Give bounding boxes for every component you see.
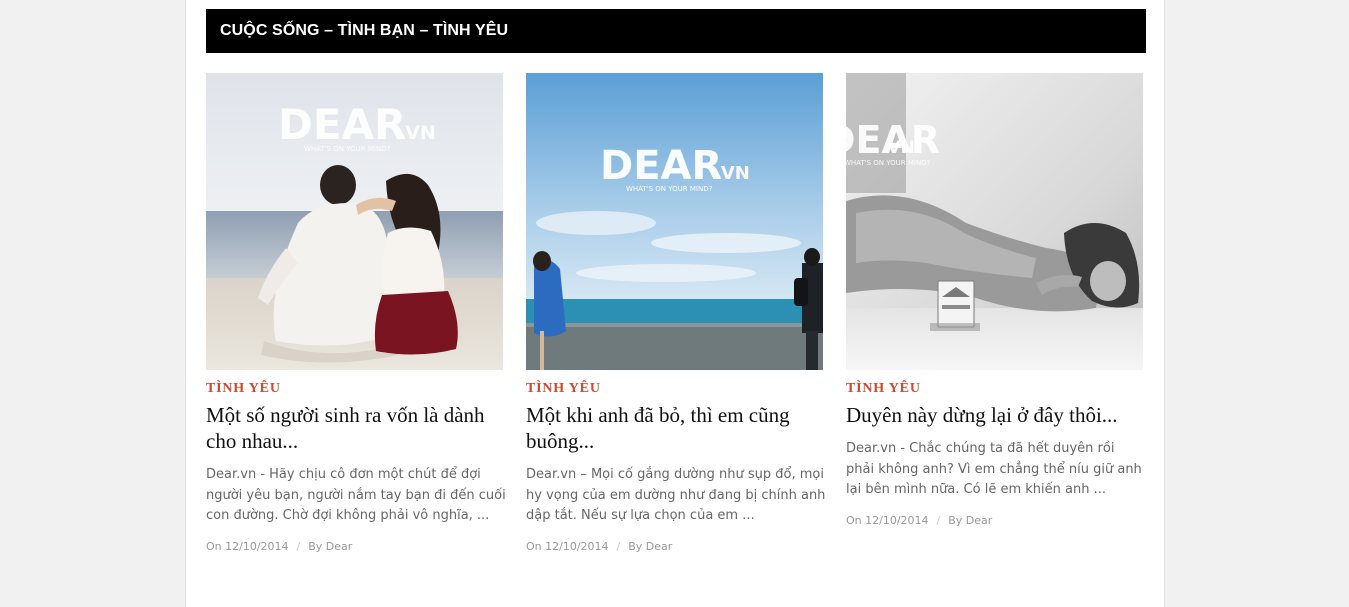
post-date: On 12/10/2014 — [846, 513, 929, 527]
post-thumbnail-link[interactable]: DEAR .VN WHAT'S ON YOUR MIND? — [206, 73, 503, 370]
svg-text:.VN: .VN — [398, 122, 436, 144]
svg-text:WHAT'S ON YOUR MIND?: WHAT'S ON YOUR MIND? — [304, 145, 391, 153]
post-excerpt: Dear.vn - Chắc chúng ta đã hết duyên rồi… — [846, 441, 1142, 497]
post-meta: On 12/10/2014 / By Dear — [206, 540, 503, 553]
section-title: CUỘC SỐNG – TÌNH BẠN – TÌNH YÊU — [220, 22, 509, 39]
woman-bed-photo-icon: DEAR .VN WHAT'S ON YOUR MIND? — [846, 73, 1143, 370]
post-card: DEAR .VN WHAT'S ON YOUR MIND? TÌNH YÊU M… — [526, 73, 826, 553]
couple-beach-photo-icon: DEAR .VN WHAT'S ON YOUR MIND? — [206, 73, 503, 370]
post-excerpt: Dear.vn - Hãy chịu cô đơn một chút để đợ… — [206, 467, 506, 523]
post-category-link[interactable]: TÌNH YÊU — [526, 381, 823, 397]
post-date: On 12/10/2014 — [526, 539, 609, 553]
post-title-link[interactable]: Một khi anh đã bỏ, thì em cũng buông... — [526, 402, 823, 454]
post-date: On 12/10/2014 — [206, 539, 289, 553]
post-card: DEAR .VN WHAT'S ON YOUR MIND? TÌNH YÊU M… — [206, 73, 506, 553]
post-meta: On 12/10/2014 / By Dear — [526, 540, 823, 553]
post-title-link[interactable]: Một số người sinh ra vốn là dành cho nha… — [206, 402, 503, 454]
post-author-link[interactable]: By Dear — [948, 514, 992, 527]
svg-text:DEAR: DEAR — [278, 100, 406, 149]
post-thumbnail-link[interactable]: DEAR .VN WHAT'S ON YOUR MIND? — [846, 73, 1143, 370]
svg-text:.VN: .VN — [714, 163, 750, 184]
post-meta: On 12/10/2014 / By Dear — [846, 514, 1143, 527]
content-container: CUỘC SỐNG – TÌNH BẠN – TÌNH YÊU DEAR .VN… — [185, 0, 1165, 607]
svg-text:DEAR: DEAR — [600, 143, 722, 189]
post-category-link[interactable]: TÌNH YÊU — [206, 381, 503, 397]
post-category-link[interactable]: TÌNH YÊU — [846, 381, 1143, 397]
post-excerpt: Dear.vn – Mọi cố gắng dường như sụp đổ, … — [526, 467, 826, 523]
meta-separator: / — [616, 539, 621, 553]
post-author-link[interactable]: By Dear — [628, 540, 672, 553]
meta-separator: / — [296, 539, 301, 553]
svg-text:.VN: .VN — [881, 138, 915, 158]
svg-text:WHAT'S ON YOUR MIND?: WHAT'S ON YOUR MIND? — [846, 159, 931, 167]
section-header: CUỘC SỐNG – TÌNH BẠN – TÌNH YÊU — [206, 9, 1146, 53]
svg-text:WHAT'S ON YOUR MIND?: WHAT'S ON YOUR MIND? — [626, 185, 713, 193]
post-card: DEAR .VN WHAT'S ON YOUR MIND? TÌNH YÊU D… — [846, 73, 1143, 527]
meta-separator: / — [936, 513, 941, 527]
post-author-link[interactable]: By Dear — [308, 540, 352, 553]
post-thumbnail-link[interactable]: DEAR .VN WHAT'S ON YOUR MIND? — [526, 73, 823, 370]
sea-sky-photo-icon: DEAR .VN WHAT'S ON YOUR MIND? — [526, 73, 823, 370]
post-title-link[interactable]: Duyên này dừng lại ở đây thôi... — [846, 402, 1143, 428]
